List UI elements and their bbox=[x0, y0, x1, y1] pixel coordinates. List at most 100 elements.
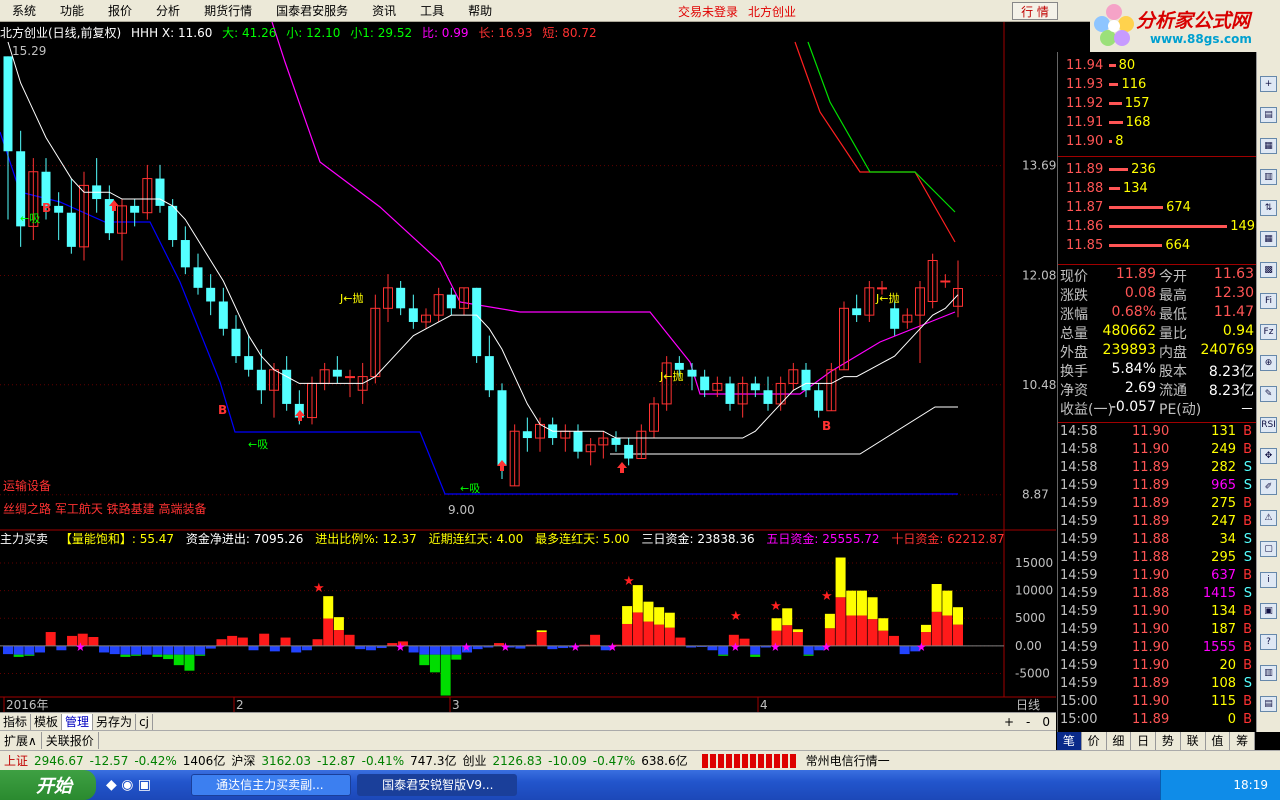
more-icon[interactable]: ▥ bbox=[1260, 665, 1277, 681]
menu-help[interactable]: 帮助 bbox=[456, 2, 504, 19]
list-icon[interactable]: ▤ bbox=[1260, 107, 1277, 123]
rtab-price[interactable]: 价 bbox=[1082, 732, 1107, 750]
sub-tick-label: -5000 bbox=[1015, 666, 1050, 680]
rtab-detail[interactable]: 细 bbox=[1107, 732, 1132, 750]
menu-news[interactable]: 资讯 bbox=[360, 2, 408, 19]
tab-save-as[interactable]: 另存为 bbox=[93, 713, 137, 730]
rtab-trades[interactable]: 笔 bbox=[1057, 732, 1082, 750]
order-book-row[interactable]: 11.94 80 bbox=[1066, 58, 1135, 76]
stat-row: 总量 480662 量比 0.94 bbox=[1058, 323, 1256, 342]
calc-icon[interactable]: ▣ bbox=[1260, 603, 1277, 619]
taskbar-task-1[interactable]: 通达信主力买卖副... bbox=[191, 774, 352, 796]
table-icon[interactable]: ▦ bbox=[1260, 231, 1277, 247]
quote-button[interactable]: 行 情 bbox=[1012, 2, 1058, 20]
help-icon[interactable]: ? bbox=[1260, 634, 1277, 650]
tick-row[interactable]: 14:59 11.89 247 B bbox=[1058, 514, 1256, 532]
outflow-bar bbox=[152, 645, 163, 655]
order-book-row[interactable]: 11.90 8 bbox=[1066, 134, 1124, 152]
tick-row[interactable]: 14:58 11.90 249 B bbox=[1058, 442, 1256, 460]
order-volume-bar bbox=[1109, 187, 1120, 190]
tick-row[interactable]: 14:59 11.88 295 S bbox=[1058, 550, 1256, 568]
menu-service[interactable]: 国泰君安服务 bbox=[264, 2, 360, 19]
tab-indicator[interactable]: 指标 bbox=[0, 713, 32, 730]
tick-row[interactable]: 15:00 11.90 115 B bbox=[1058, 694, 1256, 712]
order-book-row[interactable]: 11.89 236 bbox=[1066, 162, 1156, 180]
tool-icon[interactable]: ⊕ bbox=[1260, 355, 1277, 371]
quicklaunch-icon[interactable]: ◆ ◉ ▣ bbox=[106, 777, 151, 793]
clock[interactable]: 18:19 bbox=[1233, 778, 1268, 792]
tick-row[interactable]: 14:59 11.90 20 B bbox=[1058, 658, 1256, 676]
sh-label[interactable]: 上证 bbox=[4, 752, 28, 769]
pen-icon[interactable]: ✎ bbox=[1260, 386, 1277, 402]
last-icon[interactable]: ▤ bbox=[1260, 696, 1277, 712]
pattern-icon[interactable]: Fz bbox=[1260, 324, 1277, 340]
tick-time: 14:59 bbox=[1060, 532, 1098, 547]
zoom-out-button[interactable]: - bbox=[1020, 715, 1036, 729]
rsi-icon[interactable]: RSI bbox=[1260, 417, 1277, 433]
expand-icon[interactable]: + bbox=[1260, 76, 1277, 92]
rtab-value[interactable]: 值 bbox=[1206, 732, 1231, 750]
tick-row[interactable]: 14:59 11.90 134 B bbox=[1058, 604, 1256, 622]
bar-icon[interactable]: ▥ bbox=[1260, 169, 1277, 185]
expand-button[interactable]: 扩展∧ bbox=[0, 732, 42, 749]
tick-row[interactable]: 14:59 11.90 187 B bbox=[1058, 622, 1256, 640]
order-book-row[interactable]: 11.85 664 bbox=[1066, 238, 1190, 256]
server-name[interactable]: 常州电信行情一 bbox=[806, 752, 890, 769]
info-icon[interactable]: i bbox=[1260, 572, 1277, 588]
tick-price: 11.89 bbox=[1132, 460, 1170, 475]
kline-chart[interactable]: 13.69 12.08 10.48 8.87 15.29 9.00 运输设备丝绸之路 军工航… bbox=[0, 21, 1056, 712]
outflow-green-bar bbox=[173, 654, 184, 666]
outflow-green-bar bbox=[803, 654, 814, 656]
tick-row[interactable]: 14:59 11.89 965 S bbox=[1058, 478, 1256, 496]
tick-row[interactable]: 14:59 11.90 1555 B bbox=[1058, 640, 1256, 658]
concept-label: 丝绸之路 军工航天 铁路基建 高端装备 bbox=[3, 501, 206, 516]
tab-manage[interactable]: 管理 bbox=[62, 713, 94, 730]
tab-cj[interactable]: cj bbox=[136, 713, 153, 730]
fund-icon[interactable]: Fi bbox=[1260, 293, 1277, 309]
order-book-row[interactable]: 11.88 134 bbox=[1066, 181, 1148, 199]
rtab-link[interactable]: 联 bbox=[1181, 732, 1206, 750]
rtab-trend[interactable]: 势 bbox=[1156, 732, 1181, 750]
tick-row[interactable]: 14:59 11.88 1415 S bbox=[1058, 586, 1256, 604]
draw-icon[interactable]: ✐ bbox=[1260, 479, 1277, 495]
menu-analysis[interactable]: 分析 bbox=[144, 2, 192, 19]
flow-icon[interactable]: ⇅ bbox=[1260, 200, 1277, 216]
tick-row[interactable]: 14:59 11.88 34 S bbox=[1058, 532, 1256, 550]
alert-icon[interactable]: ⚠ bbox=[1260, 510, 1277, 526]
cross-marker-icon: ★ bbox=[730, 640, 741, 654]
tab-template[interactable]: 模板 bbox=[31, 713, 63, 730]
move-icon[interactable]: ✥ bbox=[1260, 448, 1277, 464]
taskbar-task-2[interactable]: 国泰君安锐智版V9... bbox=[357, 774, 518, 796]
order-book-row[interactable]: 11.87 674 bbox=[1066, 200, 1191, 218]
tick-row[interactable]: 15:00 11.89 0 B bbox=[1058, 712, 1256, 730]
zoom-reset-button[interactable]: 0 bbox=[1036, 715, 1056, 729]
order-book-row[interactable]: 11.92 157 bbox=[1066, 96, 1150, 114]
tick-row[interactable]: 14:59 11.90 637 B bbox=[1058, 568, 1256, 586]
cy-label[interactable]: 创业 bbox=[462, 752, 486, 769]
tick-row[interactable]: 14:59 11.89 108 S bbox=[1058, 676, 1256, 694]
tick-side: B bbox=[1243, 568, 1252, 583]
chart-icon[interactable]: ▦ bbox=[1260, 138, 1277, 154]
start-button[interactable]: 开始 bbox=[0, 770, 96, 800]
hs-label[interactable]: 沪深 bbox=[231, 752, 255, 769]
news-icon[interactable]: ▢ bbox=[1260, 541, 1277, 557]
order-book-row[interactable]: 11.91 168 bbox=[1066, 115, 1150, 133]
menu-futures[interactable]: 期货行情 bbox=[192, 2, 264, 19]
menu-function[interactable]: 功能 bbox=[48, 2, 96, 19]
related-quote-button[interactable]: 关联报价 bbox=[42, 732, 99, 749]
cross-marker-icon: ★ bbox=[770, 640, 781, 654]
order-book-row[interactable]: 11.93 116 bbox=[1066, 77, 1146, 95]
menu-system[interactable]: 系统 bbox=[0, 2, 48, 19]
menu-tools[interactable]: 工具 bbox=[408, 2, 456, 19]
tick-row[interactable]: 14:58 11.89 282 S bbox=[1058, 460, 1256, 478]
grid-icon[interactable]: ▩ bbox=[1260, 262, 1277, 278]
tick-row[interactable]: 14:59 11.89 275 B bbox=[1058, 496, 1256, 514]
rtab-chips[interactable]: 筹 bbox=[1230, 732, 1255, 750]
rtab-daily[interactable]: 日 bbox=[1131, 732, 1156, 750]
chart-area[interactable]: 13.69 12.08 10.48 8.87 15.29 9.00 运输设备 丝绸之路 军工航… bbox=[0, 21, 1056, 712]
order-book-row[interactable]: 11.86 1498 bbox=[1066, 219, 1263, 237]
login-status[interactable]: 交易未登录 bbox=[672, 3, 744, 20]
menu-quote[interactable]: 报价 bbox=[96, 2, 144, 19]
zoom-in-button[interactable]: + bbox=[998, 715, 1020, 729]
tick-row[interactable]: 14:58 11.90 131 B bbox=[1058, 424, 1256, 442]
